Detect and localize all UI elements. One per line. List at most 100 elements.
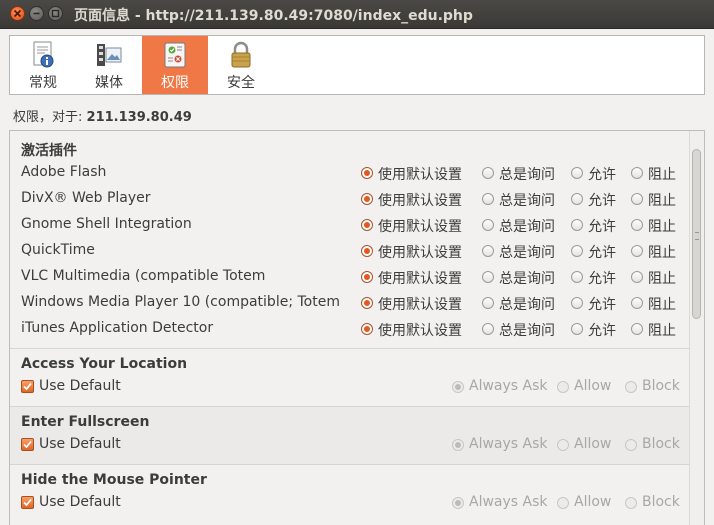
page-info-toolbar: 常规 媒体 权限 安全: [9, 35, 705, 95]
plugin-option-label: 阻止: [648, 245, 676, 261]
plugin-option-radio[interactable]: [571, 297, 583, 309]
tab-security-label: 安全: [227, 75, 255, 91]
scrollbar-thumb[interactable]: [692, 149, 701, 319]
location-use-default-checkbox[interactable]: [21, 380, 34, 393]
plugin-option-radio[interactable]: [482, 167, 494, 179]
plugin-option-label: 使用默认设置: [378, 271, 462, 287]
plugin-option-radio[interactable]: [571, 323, 583, 335]
minimize-icon: [33, 12, 40, 15]
fullscreen-block-label: Block: [642, 436, 680, 452]
plugin-option-radio[interactable]: [571, 271, 583, 283]
mouse-pointer-block-label: Block: [642, 494, 680, 510]
plugin-option-label: 总是询问: [499, 193, 555, 209]
location-always-ask-radio[interactable]: [452, 381, 464, 393]
tab-permissions-label: 权限: [161, 75, 189, 91]
mouse-pointer-always-ask-radio[interactable]: [452, 497, 464, 509]
plugin-option-radio[interactable]: [631, 193, 643, 205]
plugin-option-radio[interactable]: [482, 297, 494, 309]
window-title: 页面信息 - http://211.139.80.49:7080/index_e…: [74, 8, 473, 24]
mouse-pointer-block-radio[interactable]: [625, 497, 637, 509]
plugin-option-label: 阻止: [648, 297, 676, 313]
plugin-option-radio[interactable]: [482, 245, 494, 257]
plugin-name: DivX® Web Player: [21, 190, 151, 206]
plugin-option-radio[interactable]: [361, 323, 373, 335]
plugin-option-radio[interactable]: [361, 245, 373, 257]
plugin-name: iTunes Application Detector: [21, 320, 214, 336]
close-icon: [13, 9, 22, 18]
plugin-option-label: 阻止: [648, 219, 676, 235]
plugin-option-radio[interactable]: [571, 193, 583, 205]
plugin-option-label: 总是询问: [499, 245, 555, 261]
plugin-name: Windows Media Player 10 (compatible; Tot…: [21, 294, 340, 310]
plugin-option-label: 使用默认设置: [378, 297, 462, 313]
title-bar: 页面信息 - http://211.139.80.49:7080/index_e…: [0, 0, 714, 29]
tab-media[interactable]: 媒体: [76, 36, 142, 94]
close-window-button[interactable]: [10, 6, 25, 21]
tab-security[interactable]: 安全: [208, 36, 274, 94]
vertical-scrollbar[interactable]: [689, 131, 704, 525]
plugin-option-label: 使用默认设置: [378, 323, 462, 339]
plugin-option-radio[interactable]: [631, 271, 643, 283]
plugin-option-radio[interactable]: [571, 167, 583, 179]
checkmark-icon: [23, 440, 32, 449]
plugin-option-radio[interactable]: [571, 219, 583, 231]
plugin-option-radio[interactable]: [631, 167, 643, 179]
location-block-label: Block: [642, 378, 680, 394]
tab-general[interactable]: 常规: [10, 36, 76, 94]
permissions-panel: 激活插件 Adobe Flash 使用默认设置 总是询问 允许 阻止 DivX® Web …: [9, 130, 705, 525]
tab-media-label: 媒体: [95, 75, 123, 91]
plugins-section-title: 激活插件: [21, 143, 77, 159]
plugin-option-radio[interactable]: [482, 323, 494, 335]
plugin-option-radio[interactable]: [631, 323, 643, 335]
fullscreen-always-ask-radio[interactable]: [452, 439, 464, 451]
plugin-name: Gnome Shell Integration: [21, 216, 192, 232]
maximize-icon: [51, 9, 60, 18]
fullscreen-block-radio[interactable]: [625, 439, 637, 451]
plugin-option-radio[interactable]: [631, 245, 643, 257]
fullscreen-allow-radio[interactable]: [557, 439, 569, 451]
fullscreen-allow-label: Allow: [574, 436, 612, 452]
plugin-option-radio[interactable]: [361, 219, 373, 231]
location-use-default-label: Use Default: [39, 378, 121, 394]
fullscreen-use-default-checkbox[interactable]: [21, 438, 34, 451]
info-document-icon: [33, 41, 54, 68]
plugin-option-label: 总是询问: [499, 271, 555, 287]
permissions-icon: [164, 42, 186, 68]
location-block-radio[interactable]: [625, 381, 637, 393]
plugin-option-radio[interactable]: [361, 297, 373, 309]
plugin-option-radio[interactable]: [631, 219, 643, 231]
plugin-option-label: 阻止: [648, 271, 676, 287]
section-divider: [10, 464, 692, 465]
permissions-for-line: 权限，对于: 211.139.80.49: [13, 106, 192, 125]
plugin-option-label: 使用默认设置: [378, 245, 462, 261]
plugin-option-label: 总是询问: [499, 219, 555, 235]
fullscreen-use-default-label: Use Default: [39, 436, 121, 452]
plugin-option-radio[interactable]: [482, 193, 494, 205]
permissions-host: 211.139.80.49: [86, 110, 192, 125]
checkmark-icon: [23, 382, 32, 391]
location-section-title: Access Your Location: [21, 356, 188, 372]
lock-icon: [231, 41, 251, 68]
plugin-option-label: 允许: [588, 323, 616, 339]
mouse-pointer-allow-label: Allow: [574, 494, 612, 510]
plugin-option-label: 总是询问: [499, 297, 555, 313]
plugin-option-radio[interactable]: [482, 219, 494, 231]
plugin-option-radio[interactable]: [482, 271, 494, 283]
plugin-option-label: 允许: [588, 271, 616, 287]
plugin-option-label: 阻止: [648, 323, 676, 339]
location-allow-radio[interactable]: [557, 381, 569, 393]
plugin-option-label: 使用默认设置: [378, 193, 462, 209]
plugin-name: Adobe Flash: [21, 164, 107, 180]
plugin-option-radio[interactable]: [361, 193, 373, 205]
mouse-pointer-allow-radio[interactable]: [557, 497, 569, 509]
plugin-option-radio[interactable]: [571, 245, 583, 257]
tab-general-label: 常规: [29, 75, 57, 91]
plugin-option-radio[interactable]: [631, 297, 643, 309]
minimize-window-button[interactable]: [29, 6, 44, 21]
tab-permissions[interactable]: 权限: [142, 36, 208, 94]
plugin-option-radio[interactable]: [361, 271, 373, 283]
plugin-option-radio[interactable]: [361, 167, 373, 179]
mouse-pointer-use-default-checkbox[interactable]: [21, 496, 34, 509]
maximize-window-button[interactable]: [48, 6, 63, 21]
mouse-pointer-always-ask-label: Always Ask: [469, 494, 548, 510]
